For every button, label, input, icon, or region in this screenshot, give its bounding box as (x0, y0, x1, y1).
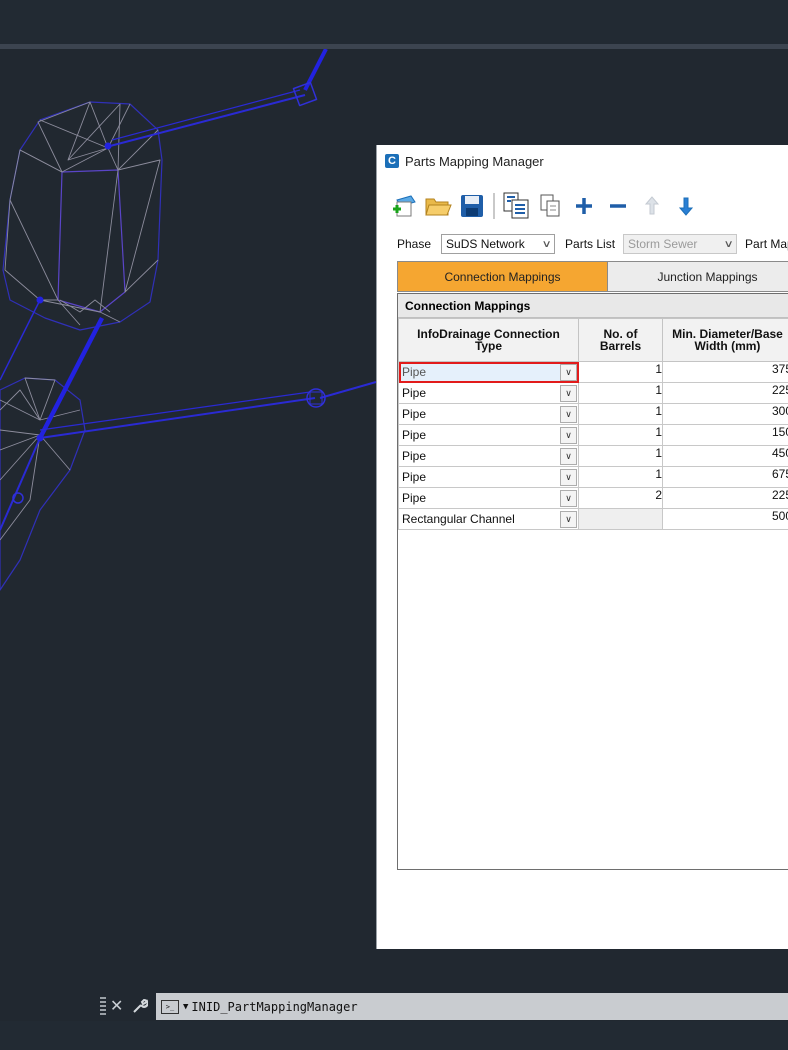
barrels-cell[interactable]: 1 (578, 424, 663, 446)
connection-mappings-table: InfoDrainage Connection Type No. of Barr… (398, 318, 788, 530)
table-row[interactable]: Rectangular Channel ∨ 500 (398, 508, 788, 530)
manhole-mesh-outline (2, 101, 163, 331)
parts-mapping-manager-dialog: C Parts Mapping Manager Phase SuDS Netwo… (376, 145, 788, 949)
chevron-down-icon: ∨ (723, 238, 734, 250)
save-icon[interactable] (457, 192, 487, 220)
table-row[interactable]: Pipe ∨ 2 225 (398, 487, 788, 509)
barrels-cell[interactable]: 1 (578, 382, 663, 404)
table-row[interactable]: Pipe ∨ 1 225 (398, 382, 788, 404)
barrels-cell[interactable]: 1 (578, 403, 663, 425)
diameter-cell[interactable]: 500 (662, 508, 788, 530)
app-logo-icon: C (385, 154, 399, 168)
part-map-label: Part Map (745, 237, 788, 251)
command-text: INID_PartMappingManager (191, 999, 358, 1014)
cad-top-strip (0, 0, 788, 44)
toolbar (389, 191, 701, 221)
move-up-icon[interactable] (637, 192, 667, 220)
phase-label: Phase (397, 237, 432, 251)
column-header-barrels[interactable]: No. of Barrels (578, 318, 663, 362)
chevron-down-icon[interactable]: ∨ (560, 447, 577, 465)
table-row[interactable]: Pipe ∨ 1 375 (398, 361, 788, 383)
mapping-tabs: Connection Mappings Junction Mappings (397, 261, 788, 292)
connection-mappings-panel: Connection Mappings InfoDrainage Connect… (397, 293, 788, 870)
toolbar-separator (493, 193, 495, 219)
type-cell[interactable]: Pipe ∨ (398, 382, 579, 404)
tab-junction-mappings[interactable]: Junction Mappings (608, 261, 788, 292)
parts-list-select[interactable]: Storm Sewer ∨ (623, 234, 738, 254)
type-value: Pipe (402, 386, 427, 400)
table-row[interactable]: Pipe ∨ 1 300 (398, 403, 788, 425)
chevron-down-icon[interactable]: ∨ (560, 384, 577, 402)
open-folder-icon[interactable] (423, 192, 453, 220)
type-value: Pipe (402, 491, 427, 505)
barrels-cell[interactable]: 1 (578, 361, 663, 383)
title-bar[interactable]: C Parts Mapping Manager (385, 151, 544, 171)
command-prompt-icon: >_ (161, 999, 179, 1014)
type-cell[interactable]: Pipe ∨ (398, 403, 579, 425)
pipe-thick-middle (38, 316, 104, 440)
status-strip (0, 1021, 788, 1050)
column-header-diameter[interactable]: Min. Diameter/Base Width (mm) (662, 318, 788, 362)
type-cell[interactable]: Pipe ∨ (398, 424, 579, 446)
column-header-type[interactable]: InfoDrainage Connection Type (398, 318, 579, 362)
chevron-down-icon: ∨ (541, 238, 552, 250)
diameter-cell[interactable]: 675 (662, 466, 788, 488)
chevron-down-icon[interactable]: ∨ (560, 510, 577, 528)
move-down-icon[interactable] (671, 192, 701, 220)
barrels-cell[interactable]: 2 (578, 487, 663, 509)
drag-handle[interactable] (100, 997, 106, 1015)
chevron-down-icon[interactable]: ∨ (560, 489, 577, 507)
report-icon[interactable] (501, 192, 531, 220)
table-row[interactable]: Pipe ∨ 1 150 (398, 424, 788, 446)
chevron-down-icon[interactable]: ∨ (560, 363, 577, 381)
barrels-cell[interactable]: 1 (578, 445, 663, 467)
diameter-cell[interactable]: 225 (662, 382, 788, 404)
diameter-cell[interactable]: 300 (662, 403, 788, 425)
type-value: Pipe (402, 470, 427, 484)
type-value: Pipe (402, 428, 427, 442)
wrench-icon[interactable] (132, 998, 149, 1019)
chevron-down-icon[interactable]: ▼ (183, 1002, 188, 1012)
phase-value: SuDS Network (446, 237, 525, 251)
close-icon[interactable]: ✕ (110, 996, 123, 1016)
new-mapping-icon[interactable] (389, 192, 419, 220)
diameter-cell[interactable]: 225 (662, 487, 788, 509)
type-cell[interactable]: Rectangular Channel ∨ (398, 508, 579, 530)
diameter-cell[interactable]: 150 (662, 424, 788, 446)
copy-icon[interactable] (535, 192, 565, 220)
diameter-cell[interactable]: 450 (662, 445, 788, 467)
parts-list-label: Parts List (565, 237, 616, 251)
barrels-cell[interactable] (578, 508, 663, 530)
type-value: Pipe (402, 365, 427, 379)
type-value: Rectangular Channel (402, 512, 515, 526)
barrels-cell[interactable]: 1 (578, 466, 663, 488)
add-icon[interactable] (569, 192, 599, 220)
diameter-cell[interactable]: 375 (662, 361, 788, 383)
table-row[interactable]: Pipe ∨ 1 675 (398, 466, 788, 488)
table-row[interactable]: Pipe ∨ 1 450 (398, 445, 788, 467)
lower-manhole-mesh (0, 377, 86, 591)
panel-heading: Connection Mappings (398, 294, 788, 318)
type-cell[interactable]: Pipe ∨ (398, 445, 579, 467)
type-cell[interactable]: Pipe ∨ (398, 466, 579, 488)
tab-connection-mappings[interactable]: Connection Mappings (397, 261, 608, 292)
dialog-title: Parts Mapping Manager (405, 153, 544, 169)
filter-row: Phase SuDS Network ∨ Parts List Storm Se… (397, 232, 788, 256)
command-input[interactable]: >_ ▼ INID_PartMappingManager (156, 993, 788, 1020)
parts-list-value: Storm Sewer (628, 237, 698, 251)
type-cell[interactable]: Pipe ∨ (398, 487, 579, 509)
command-line-bar: ✕ >_ ▼ INID_PartMappingManager (0, 993, 788, 1021)
type-value: Pipe (402, 407, 427, 421)
phase-select[interactable]: SuDS Network ∨ (441, 234, 556, 254)
chevron-down-icon[interactable]: ∨ (560, 426, 577, 444)
type-cell[interactable]: Pipe ∨ (398, 361, 579, 383)
type-value: Pipe (402, 449, 427, 463)
chevron-down-icon[interactable]: ∨ (560, 405, 577, 423)
remove-icon[interactable] (603, 192, 633, 220)
chevron-down-icon[interactable]: ∨ (560, 468, 577, 486)
